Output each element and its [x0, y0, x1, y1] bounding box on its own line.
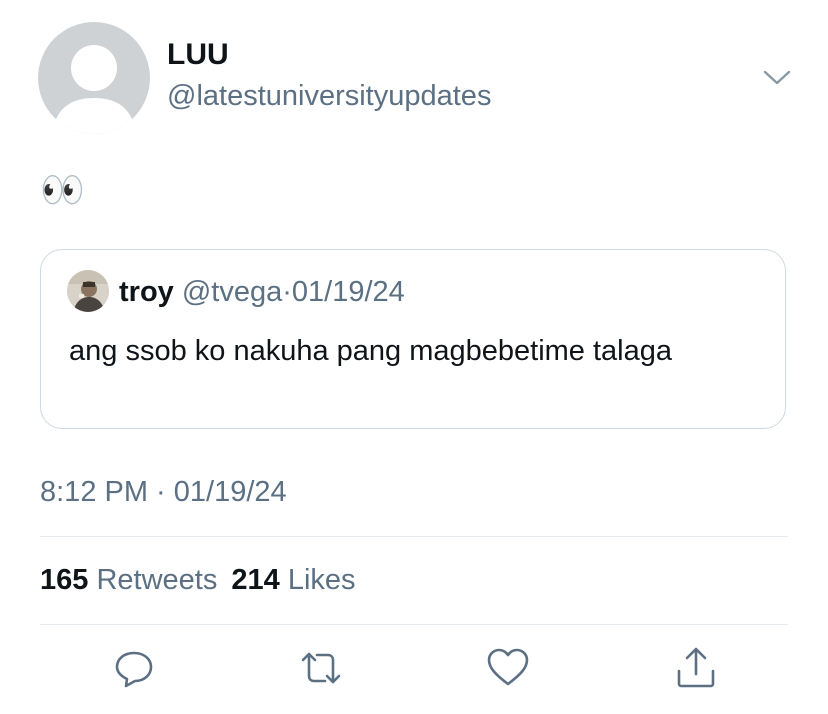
chevron-down-icon[interactable] [760, 64, 794, 90]
quoted-date: 01/19/24 [291, 276, 405, 308]
quoted-text: ang ssob ko nakuha pang magbebetime tala… [69, 335, 672, 367]
likes-label[interactable]: Likes [288, 564, 356, 596]
heart-icon[interactable] [484, 644, 532, 692]
display-name[interactable]: LUU [167, 40, 229, 70]
separator-dot: · [282, 276, 292, 308]
reply-icon[interactable] [110, 644, 158, 692]
quoted-tweet-card[interactable]: troy @tvega·01/19/24 ang ssob ko nakuha … [40, 249, 786, 429]
retweet-icon[interactable] [297, 644, 345, 692]
quoted-handle[interactable]: @tvega [182, 276, 282, 308]
tweet-timestamp[interactable]: 8:12 PM · 01/19/24 [40, 478, 287, 507]
quoted-header: troy @tvega·01/19/24 [119, 278, 405, 307]
likes-count[interactable]: 214 [231, 564, 279, 596]
quoted-avatar [67, 270, 109, 312]
default-avatar-icon [52, 45, 136, 134]
divider [40, 624, 788, 625]
quoted-name[interactable]: troy [119, 276, 174, 308]
user-handle[interactable]: @latestuniversityupdates [167, 82, 491, 111]
tweet-text: 👀 [40, 169, 85, 210]
engagement-stats: 165 Retweets 214 Likes [40, 566, 356, 595]
retweets-count[interactable]: 165 [40, 564, 88, 596]
retweets-label[interactable]: Retweets [96, 564, 217, 596]
action-bar [0, 644, 828, 694]
share-icon[interactable] [672, 644, 720, 692]
divider [40, 536, 788, 537]
avatar[interactable] [38, 22, 150, 134]
